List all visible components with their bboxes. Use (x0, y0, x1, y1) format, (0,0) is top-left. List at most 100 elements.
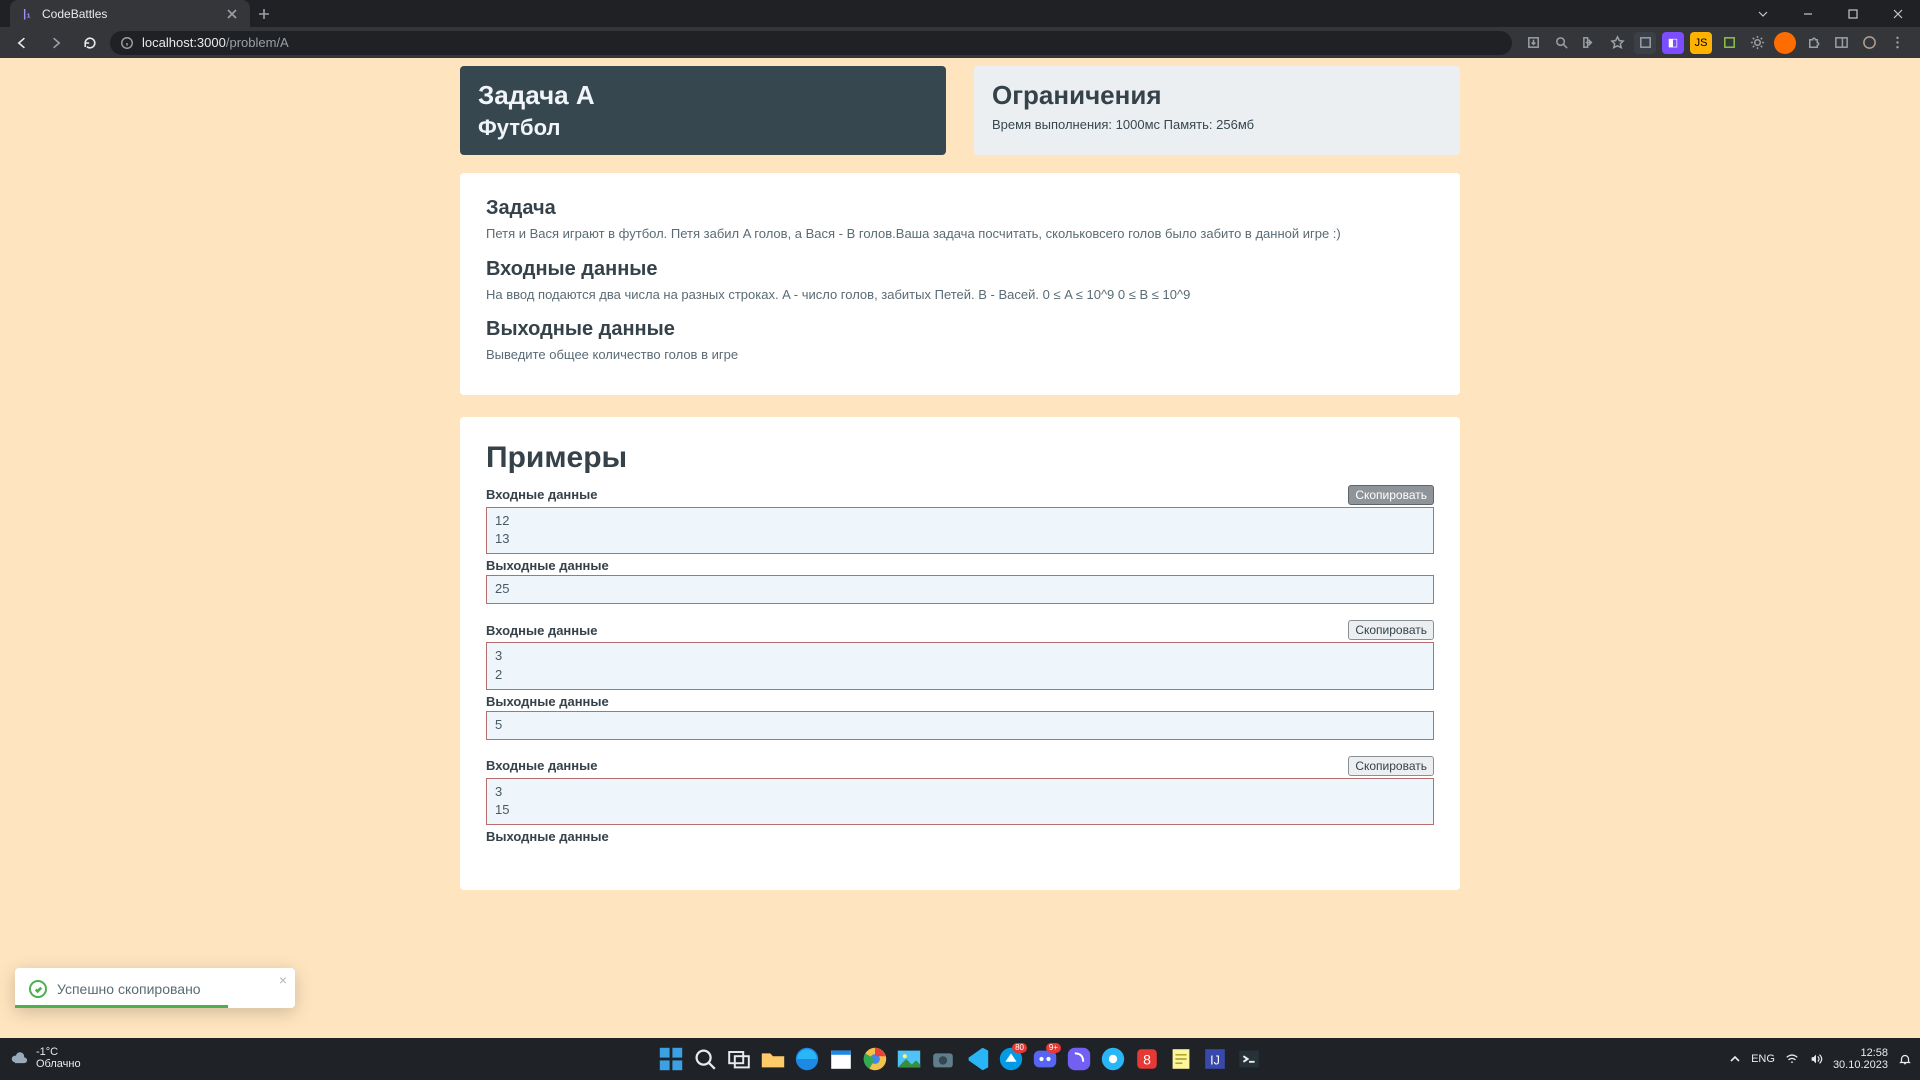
calendar-app-icon[interactable] (827, 1045, 855, 1073)
example-input-label: Входные данные (486, 758, 597, 773)
site-favicon: |₁ (20, 7, 34, 21)
section-task-heading: Задача (486, 197, 1434, 220)
example-output-box: 5 (486, 711, 1434, 740)
section-input-heading: Входные данные (486, 258, 1434, 281)
install-app-icon[interactable] (1522, 32, 1544, 54)
discord-icon[interactable]: 9+ (1031, 1045, 1059, 1073)
badge: 9+ (1046, 1043, 1061, 1053)
window-controls (1740, 0, 1920, 27)
window-minimize-icon[interactable] (1785, 0, 1830, 27)
page-content: Задача A Футбол Ограничения Время выполн… (460, 58, 1460, 890)
start-button[interactable] (657, 1045, 685, 1073)
section-task-text: Петя и Вася играют в футбол. Петя забил … (486, 224, 1434, 244)
notes-icon[interactable] (1167, 1045, 1195, 1073)
taskbar-clock[interactable]: 12:58 30.10.2023 (1833, 1047, 1888, 1071)
copy-button[interactable]: Скопировать (1348, 485, 1434, 505)
viber-icon[interactable] (1065, 1045, 1093, 1073)
limits-card: Ограничения Время выполнения: 1000мс Пам… (974, 66, 1460, 155)
extension-icon-5[interactable] (1774, 32, 1796, 54)
tray-chevron-up-icon[interactable] (1729, 1053, 1741, 1065)
app-icon-round-blue[interactable] (1099, 1045, 1127, 1073)
example-output-box: 25 (486, 575, 1434, 604)
windows-taskbar: -1°C Облачно 80 9+ 8 IJ ENG 12:58 3 (0, 1038, 1920, 1080)
example-block: Входные данные Скопировать 12 13 Выходны… (486, 485, 1434, 605)
weather-desc: Облачно (36, 1059, 81, 1071)
new-tab-button[interactable] (250, 0, 278, 27)
taskbar-system-tray: ENG 12:58 30.10.2023 (1729, 1047, 1920, 1071)
section-output-heading: Выходные данные (486, 318, 1434, 341)
chrome-menu-icon[interactable] (1886, 32, 1908, 54)
tray-wifi-icon[interactable] (1785, 1052, 1799, 1066)
copy-button[interactable]: Скопировать (1348, 756, 1434, 776)
extension-icon-4[interactable] (1718, 32, 1740, 54)
extension-settings-icon[interactable] (1746, 32, 1768, 54)
example-input-label: Входные данные (486, 487, 597, 502)
taskbar-search-icon[interactable] (691, 1045, 719, 1073)
app-icon-blue[interactable]: 80 (997, 1045, 1025, 1073)
svg-text:8: 8 (1143, 1052, 1151, 1068)
ide-icon[interactable]: IJ (1201, 1045, 1229, 1073)
badge: 80 (1012, 1043, 1027, 1053)
extensions-puzzle-icon[interactable] (1802, 32, 1824, 54)
examples-card: Примеры Входные данные Скопировать 12 13… (460, 417, 1460, 891)
page-viewport[interactable]: Задача A Футбол Ограничения Время выполн… (0, 58, 1920, 1038)
toast-text: Успешно скопировано (57, 981, 201, 997)
side-panel-icon[interactable] (1830, 32, 1852, 54)
extension-icon-2[interactable]: ◧ (1662, 32, 1684, 54)
example-input-box: 3 2 (486, 642, 1434, 690)
problem-statement-card: Задача Петя и Вася играют в футбол. Петя… (460, 173, 1460, 395)
task-view-icon[interactable] (725, 1045, 753, 1073)
url-text: localhost:3000/problem/A (142, 35, 289, 50)
window-maximize-icon[interactable] (1830, 0, 1875, 27)
nav-forward-icon[interactable] (42, 29, 70, 57)
profile-avatar-icon[interactable] (1858, 32, 1880, 54)
toast-progress-bar (15, 1005, 228, 1008)
camera-icon[interactable] (929, 1045, 957, 1073)
example-input-box: 3 15 (486, 778, 1434, 826)
edge-icon[interactable] (793, 1045, 821, 1073)
bookmark-star-icon[interactable] (1606, 32, 1628, 54)
tray-language[interactable]: ENG (1751, 1053, 1775, 1065)
nav-reload-icon[interactable] (76, 29, 104, 57)
example-output-label: Выходные данные (486, 558, 609, 573)
limits-text: Время выполнения: 1000мс Память: 256мб (992, 117, 1442, 132)
toolbar-actions: ◧ JS (1518, 32, 1912, 54)
file-explorer-icon[interactable] (759, 1045, 787, 1073)
share-icon[interactable] (1578, 32, 1600, 54)
tray-volume-icon[interactable] (1809, 1052, 1823, 1066)
zoom-icon[interactable] (1550, 32, 1572, 54)
browser-tab-active[interactable]: |₁ CodeBattles (10, 0, 250, 27)
copy-button[interactable]: Скопировать (1348, 620, 1434, 640)
tab-title: CodeBattles (42, 7, 216, 21)
taskbar-weather[interactable]: -1°C Облачно (0, 1047, 81, 1070)
examples-title: Примеры (486, 441, 1434, 475)
taskbar-time: 12:58 (1833, 1047, 1888, 1059)
address-bar[interactable]: localhost:3000/problem/A (110, 31, 1512, 55)
taskbar-pinned-apps: 80 9+ 8 IJ (657, 1045, 1263, 1073)
taskbar-date: 30.10.2023 (1833, 1059, 1888, 1071)
vscode-icon[interactable] (963, 1045, 991, 1073)
svg-text:IJ: IJ (1210, 1054, 1220, 1068)
toast-notification: × Успешно скопировано (15, 968, 295, 1008)
tab-close-icon[interactable] (224, 6, 240, 22)
site-info-icon[interactable] (120, 36, 134, 50)
weather-cloud-icon (10, 1049, 30, 1069)
nav-back-icon[interactable] (8, 29, 36, 57)
section-input-text: На ввод подаются два числа на разных стр… (486, 285, 1434, 305)
notification-bell-icon[interactable] (1898, 1052, 1912, 1066)
chrome-icon[interactable] (861, 1045, 889, 1073)
toast-close-icon[interactable]: × (279, 972, 287, 988)
window-chevron-icon[interactable] (1740, 0, 1785, 27)
extension-icon-3[interactable]: JS (1690, 32, 1712, 54)
example-block: Входные данные Скопировать 3 15 Выходные… (486, 756, 1434, 845)
extension-icon-1[interactable] (1634, 32, 1656, 54)
toast-success-icon (29, 980, 47, 998)
task-title: Задача A (478, 80, 928, 111)
task-subtitle: Футбол (478, 115, 928, 141)
gallery-icon[interactable] (895, 1045, 923, 1073)
window-close-icon[interactable] (1875, 0, 1920, 27)
app-icon-red8[interactable]: 8 (1133, 1045, 1161, 1073)
browser-toolbar: localhost:3000/problem/A ◧ JS (0, 27, 1920, 58)
terminal-icon[interactable] (1235, 1045, 1263, 1073)
example-block: Входные данные Скопировать 3 2 Выходные … (486, 620, 1434, 740)
